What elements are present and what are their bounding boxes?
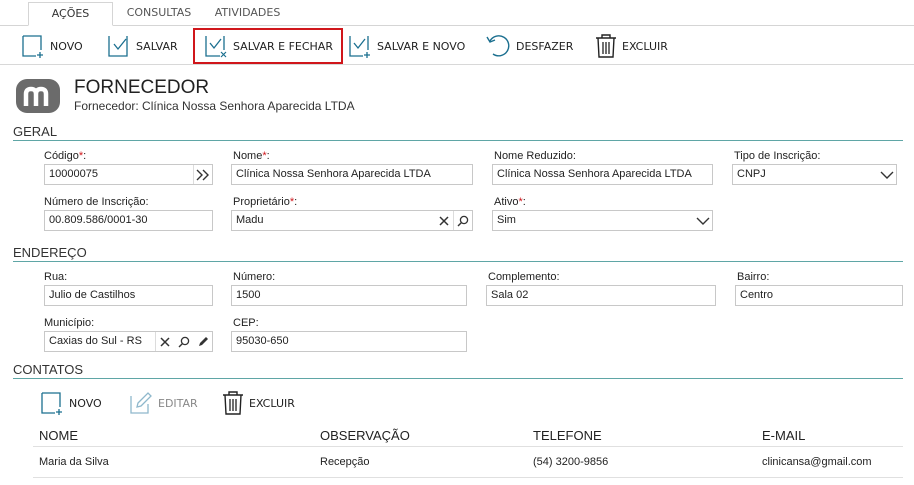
rua-field[interactable]: Julio de Castilhos xyxy=(44,285,213,306)
bairro-field[interactable]: Centro xyxy=(735,285,903,306)
pencil-icon xyxy=(198,336,208,346)
proprietario-clear-button[interactable] xyxy=(434,211,453,230)
tipo-inscricao-dropdown[interactable] xyxy=(877,165,896,184)
salvar-novo-button[interactable]: SALVAR E NOVO xyxy=(347,31,465,61)
salvar-button[interactable]: SALVAR xyxy=(106,31,178,61)
row-observacao-cell: Recepção xyxy=(320,456,370,468)
contato-editar-button[interactable]: EDITAR xyxy=(128,388,198,418)
codigo-lookup-button[interactable] xyxy=(193,165,212,184)
municipio-value: Caxias do Sul - RS xyxy=(49,335,142,347)
trash-icon xyxy=(596,34,616,58)
section-divider xyxy=(13,140,903,141)
contato-editar-label: EDITAR xyxy=(158,396,198,410)
row-telefone-cell: (54) 3200-9856 xyxy=(533,456,609,468)
cep-label: CEP: xyxy=(233,317,259,329)
nome-reduzido-label: Nome Reduzido: xyxy=(494,150,576,162)
contato-novo-label: NOVO xyxy=(69,396,102,410)
contato-novo-button[interactable]: NOVO xyxy=(39,388,102,418)
salvar-fechar-button[interactable]: SALVAR E FECHAR xyxy=(193,28,343,64)
section-endereco-title: ENDEREÇO xyxy=(13,245,87,260)
novo-button[interactable]: NOVO xyxy=(20,31,83,61)
search-icon xyxy=(178,336,189,347)
tipo-inscricao-value: CNPJ xyxy=(737,168,766,180)
double-chevron-right-icon xyxy=(196,169,209,180)
section-divider xyxy=(13,378,903,379)
ativo-select[interactable]: Sim xyxy=(492,210,713,231)
ativo-value: Sim xyxy=(497,214,516,226)
desfazer-label: DESFAZER xyxy=(516,39,574,53)
app-logo-icon xyxy=(16,79,60,113)
close-icon xyxy=(438,215,449,226)
proprietario-search-button[interactable] xyxy=(453,211,472,230)
save-close-icon xyxy=(205,36,227,58)
rua-label: Rua: xyxy=(44,271,68,283)
save-new-icon xyxy=(349,36,370,58)
nome-field[interactable]: Clínica Nossa Senhora Aparecida LTDA xyxy=(231,164,473,185)
salvar-novo-label: SALVAR E NOVO xyxy=(377,39,466,53)
municipio-edit-button[interactable] xyxy=(193,332,212,351)
row-nome-cell: Maria da Silva xyxy=(39,456,109,468)
codigo-field[interactable]: 10000075 xyxy=(44,164,213,185)
tab-bar: AÇÕES CONSULTAS ATIVIDADES xyxy=(0,0,914,26)
excluir-label: EXCLUIR xyxy=(622,39,668,53)
ativo-dropdown[interactable] xyxy=(693,211,712,230)
municipio-field[interactable]: Caxias do Sul - RS xyxy=(44,331,213,352)
edit-icon xyxy=(130,392,152,414)
page-title: FORNECEDOR xyxy=(74,77,210,98)
action-toolbar: NOVO SALVAR SALVAR E FECHAR SALVAR E NOV… xyxy=(0,27,914,65)
contato-excluir-label: EXCLUIR xyxy=(249,396,295,410)
column-header-telefone[interactable]: TELEFONE xyxy=(533,428,602,443)
new-document-icon xyxy=(41,392,62,415)
proprietario-field[interactable]: Madu xyxy=(231,210,473,231)
numero-inscricao-label: Número de Inscrição: xyxy=(44,196,149,208)
close-icon xyxy=(160,336,170,347)
tab-atividades[interactable]: ATIVIDADES xyxy=(205,2,290,26)
municipio-label: Município: xyxy=(44,317,95,329)
cep-field[interactable]: 95030-650 xyxy=(231,331,467,352)
complemento-field[interactable]: Sala 02 xyxy=(486,285,716,306)
codigo-label: Código*: xyxy=(44,150,87,162)
numero-inscricao-field[interactable]: 00.809.586/0001-30 xyxy=(44,210,213,231)
nome-reduzido-field[interactable]: Clínica Nossa Senhora Aparecida LTDA xyxy=(492,164,713,185)
nome-label: Nome*: xyxy=(233,150,270,162)
section-geral-title: GERAL xyxy=(13,124,58,139)
municipio-search-button[interactable] xyxy=(174,332,193,351)
chevron-down-icon xyxy=(880,171,893,179)
section-contatos-title: CONTATOS xyxy=(13,362,84,377)
table-divider xyxy=(33,446,903,447)
chevron-down-icon xyxy=(696,217,709,225)
desfazer-button[interactable]: DESFAZER xyxy=(484,31,573,61)
undo-icon xyxy=(486,35,510,57)
row-email-cell: clinicansa@gmail.com xyxy=(762,456,872,468)
new-document-icon xyxy=(22,35,43,58)
complemento-label: Complemento: xyxy=(488,271,560,283)
search-icon xyxy=(457,215,469,226)
column-header-observacao[interactable]: OBSERVAÇÃO xyxy=(320,428,410,443)
excluir-button[interactable]: EXCLUIR xyxy=(594,31,668,61)
contato-excluir-button[interactable]: EXCLUIR xyxy=(221,388,295,418)
numero-label: Número: xyxy=(233,271,276,283)
bairro-label: Bairro: xyxy=(737,271,770,283)
ativo-label: Ativo*: xyxy=(494,196,526,208)
page-subtitle: Fornecedor: Clínica Nossa Senhora Aparec… xyxy=(74,99,355,113)
save-check-icon xyxy=(108,36,128,57)
column-header-email[interactable]: E-MAIL xyxy=(762,428,805,443)
proprietario-value: Madu xyxy=(236,214,264,226)
column-header-nome[interactable]: NOME xyxy=(39,428,78,443)
proprietario-label: Proprietário*: xyxy=(233,196,298,208)
novo-label: NOVO xyxy=(50,39,83,53)
salvar-label: SALVAR xyxy=(136,39,178,53)
tipo-inscricao-label: Tipo de Inscrição: xyxy=(734,150,821,162)
table-divider xyxy=(33,477,903,478)
tipo-inscricao-select[interactable]: CNPJ xyxy=(732,164,897,185)
salvar-fechar-label: SALVAR E FECHAR xyxy=(233,39,333,53)
section-divider xyxy=(13,261,903,262)
numero-field[interactable]: 1500 xyxy=(231,285,467,306)
tab-consultas[interactable]: CONSULTAS xyxy=(120,2,198,26)
trash-icon xyxy=(223,391,243,415)
municipio-clear-button[interactable] xyxy=(155,332,174,351)
tab-acoes[interactable]: AÇÕES xyxy=(28,2,113,26)
codigo-value: 10000075 xyxy=(49,168,98,180)
